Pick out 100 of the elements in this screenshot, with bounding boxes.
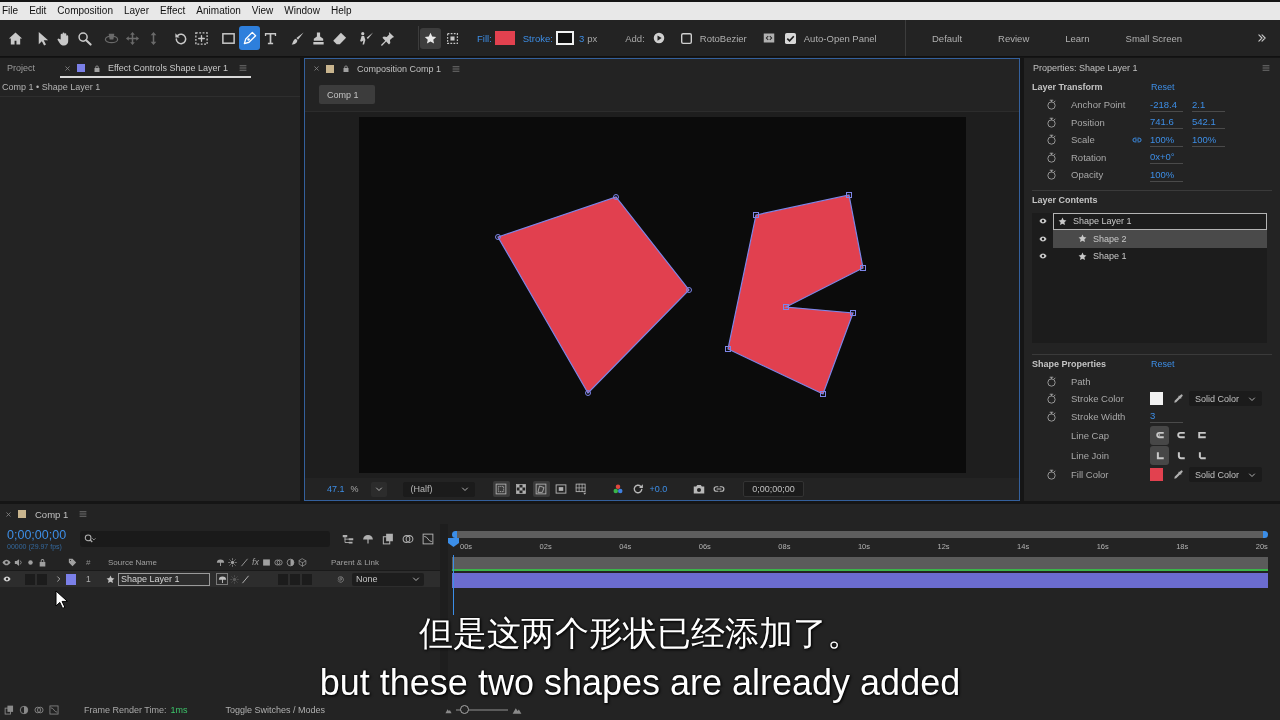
number-value[interactable]: -218.4 [1150,97,1183,112]
number-value[interactable]: 100% [1150,167,1183,182]
tree-item[interactable]: Shape 1 [1053,247,1267,265]
menu-item[interactable]: File [0,4,24,18]
number-value[interactable]: 3 [1150,409,1183,424]
camera-icon[interactable] [693,483,706,495]
zoom-value[interactable]: 47.1 [327,484,345,494]
stopwatch-icon[interactable] [1046,375,1057,387]
workspace-tab[interactable]: Learn [1047,28,1108,48]
checkbox[interactable] [680,32,692,44]
menu-item[interactable]: Effect [154,4,191,18]
stopwatch-icon[interactable] [1046,169,1057,181]
overlapping-circles-icon[interactable] [34,705,44,715]
checkbox-label[interactable]: RotoBezier [699,32,747,44]
toggle-button[interactable]: Toggle Switches / Modes [225,702,326,718]
menu-item[interactable]: Composition [51,4,119,18]
stopwatch-icon[interactable] [1046,99,1057,111]
stroke-swatch-icon[interactable] [555,31,574,45]
channel-circles-icon[interactable] [611,483,624,495]
eye-icon[interactable] [1037,252,1048,261]
stopwatch-icon[interactable] [1046,410,1057,422]
menu-item[interactable]: Edit [23,4,52,18]
menu-item[interactable]: Window [278,4,326,18]
swatch-icon[interactable] [1150,468,1163,482]
timecode[interactable]: 0;00;00;00 [7,527,77,542]
eye-icon[interactable] [1037,217,1048,226]
close-icon[interactable] [5,510,12,518]
color-mode-dropdown[interactable]: Solid Color [1189,467,1262,483]
swatch-icon[interactable] [494,31,515,45]
close-icon[interactable] [64,64,71,72]
layer-name-field[interactable]: Shape Layer 1 [118,572,210,586]
reset-link[interactable]: Reset [1151,358,1175,369]
number-value[interactable]: 100% [1192,132,1225,147]
stacked-frames-icon[interactable] [4,705,14,715]
eyedropper-icon[interactable] [1173,469,1184,481]
tool-button[interactable] [239,26,260,50]
stopwatch-icon[interactable] [1046,393,1057,405]
mountain-icon[interactable] [445,706,453,714]
dropdown-button[interactable] [370,481,387,497]
overlapping-circles-icon[interactable] [402,533,414,545]
view-option-button[interactable] [492,481,510,497]
eye-icon[interactable] [2,575,12,583]
option-button[interactable] [1150,425,1169,445]
search-field[interactable] [80,531,330,547]
shape-mode-button[interactable] [420,27,441,49]
panel-tab[interactable]: Effect Controls Shape Layer 1 [60,58,251,78]
panel-tab[interactable]: Comp 1 [0,504,88,524]
lock-icon[interactable] [342,64,350,73]
eyedropper-icon[interactable] [1173,393,1184,405]
menu-item[interactable]: Animation [190,4,247,18]
stopwatch-icon[interactable] [1046,151,1057,163]
parent-dropdown[interactable]: None [352,572,424,586]
layer-row[interactable]: 1 Shape Layer 1 None [0,571,440,587]
stacked-frames-icon[interactable] [382,533,394,545]
tree-item[interactable]: Shape 2 [1053,230,1267,248]
panel-tab[interactable]: Project [0,58,60,78]
option-button[interactable] [1150,446,1169,466]
color-mode-dropdown[interactable]: Solid Color [1189,391,1262,407]
panel-tab[interactable]: Composition Comp 1 [305,59,461,79]
number-value[interactable]: 2.1 [1192,97,1225,112]
tree-item[interactable]: Shape Layer 1 [1053,212,1267,230]
spiral-icon[interactable] [336,574,346,584]
number-value[interactable]: 100% [1150,132,1183,147]
paint-label[interactable]: Stroke: [522,32,553,44]
reset-link[interactable]: Reset [1151,82,1175,92]
exposure-value[interactable]: +0.0 [649,484,668,494]
half-filled-circle-icon[interactable] [19,705,29,715]
stopwatch-icon[interactable] [1046,116,1057,128]
stopwatch-icon[interactable] [1046,469,1057,481]
checkbox-label[interactable]: Auto-Open Panel [803,32,877,44]
number-value[interactable]: 741.6 [1150,115,1183,130]
graph-editor-icon[interactable] [49,705,59,715]
menu-item[interactable]: Help [325,4,357,18]
eye-icon[interactable] [1037,234,1048,243]
view-option-button[interactable] [532,481,550,497]
number-value[interactable]: 542.1 [1192,115,1225,130]
breadcrumb-button[interactable]: Comp 1 [319,85,375,104]
timecode-field[interactable]: 0;00;00;00 [743,481,804,497]
switch-box[interactable] [216,573,228,585]
workspace-tab[interactable]: Review [980,28,1048,48]
stroke-width-value[interactable]: 3 [578,32,585,44]
swatch-icon[interactable] [1150,392,1163,406]
menu-item[interactable]: Layer [118,4,155,18]
circular-arrow-icon[interactable] [631,483,644,495]
label-swatch-icon[interactable] [66,573,76,585]
number-value[interactable]: 0x+0° [1150,150,1183,165]
link-icon[interactable] [713,483,726,495]
chevron-right-icon[interactable] [55,575,62,583]
stopwatch-icon[interactable] [1046,134,1057,146]
umbrella-icon[interactable] [362,533,374,545]
close-icon[interactable] [313,65,320,72]
double-chevron-icon[interactable] [1257,33,1267,43]
resolution-dropdown[interactable]: (Half) [402,481,475,497]
paint-label[interactable]: Fill: [477,32,492,44]
checkbox[interactable] [784,32,796,44]
workspace-tab[interactable]: Default [914,28,981,48]
link-icon[interactable] [1131,134,1143,145]
flowchart-icon[interactable] [342,533,354,545]
graph-editor-icon[interactable] [422,533,434,545]
workspace-tab[interactable]: Small Screen [1107,28,1201,48]
